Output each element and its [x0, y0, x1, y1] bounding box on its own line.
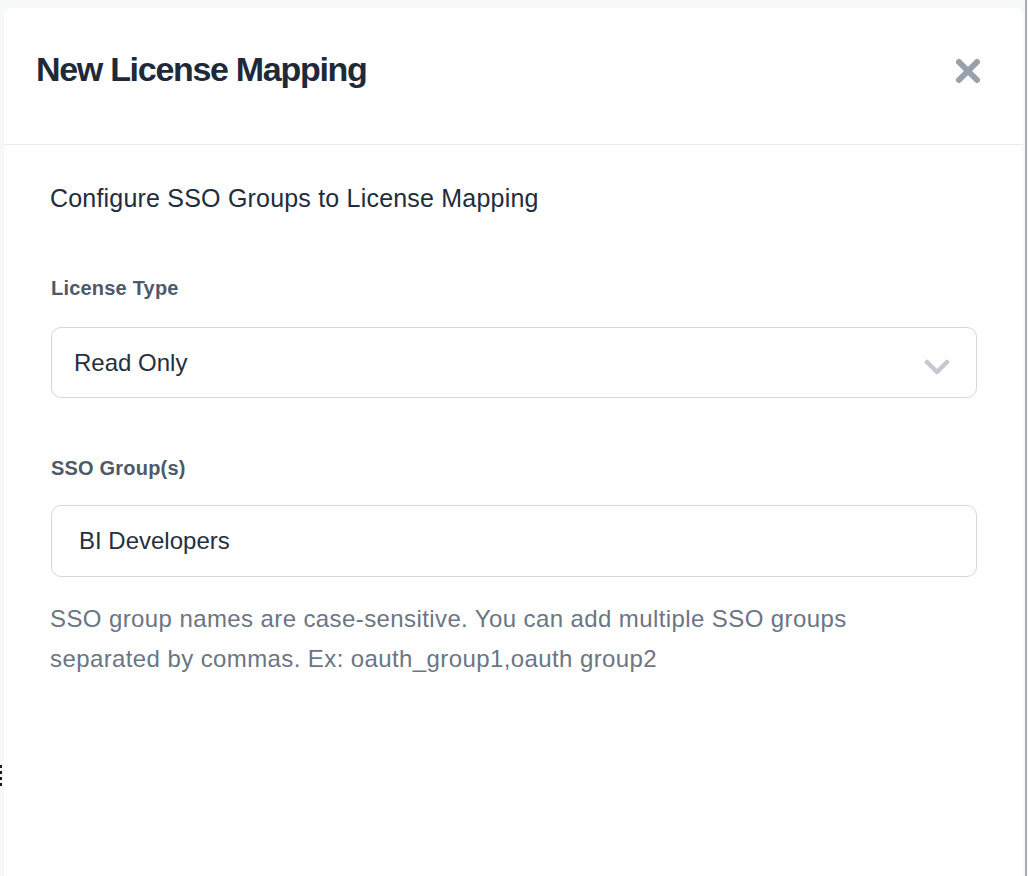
license-type-label: License Type — [51, 277, 179, 300]
page-edge-line — [1025, 0, 1027, 876]
license-type-select[interactable]: Read Only — [51, 327, 977, 398]
sso-groups-input[interactable] — [79, 527, 954, 555]
header-divider — [4, 144, 1023, 145]
chevron-down-icon — [924, 353, 950, 381]
close-icon[interactable] — [953, 56, 983, 86]
new-license-mapping-dialog: New License Mapping Configure SSO Groups… — [4, 8, 1023, 876]
list-icon — [0, 765, 2, 786]
dialog-header: New License Mapping — [4, 8, 1023, 144]
sso-groups-help-text: SSO group names are case-sensitive. You … — [50, 599, 874, 679]
sso-groups-field — [51, 505, 977, 577]
dialog-title: New License Mapping — [36, 50, 366, 89]
license-type-value: Read Only — [74, 349, 187, 377]
sso-groups-label: SSO Group(s) — [51, 457, 186, 480]
dialog-subtitle: Configure SSO Groups to License Mapping — [50, 184, 539, 213]
